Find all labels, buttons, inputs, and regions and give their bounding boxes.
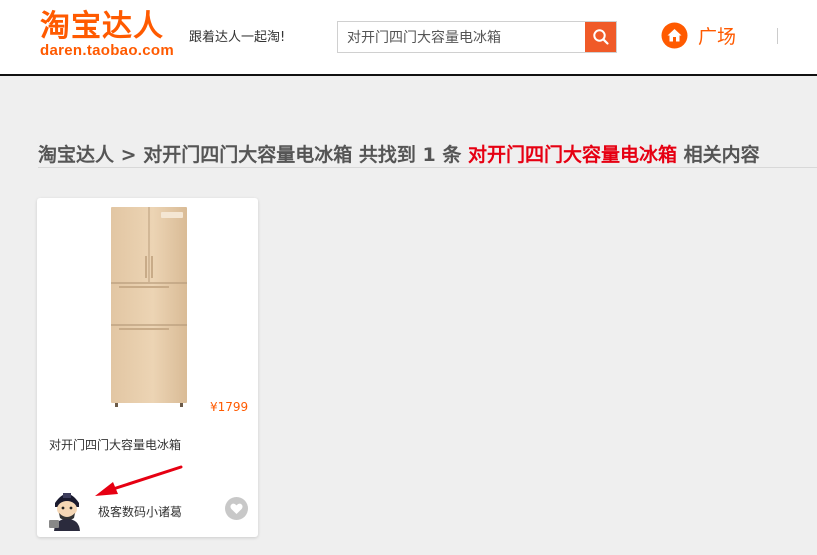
breadcrumb-separator: > xyxy=(120,144,137,166)
like-button[interactable] xyxy=(225,497,248,520)
search-button[interactable] xyxy=(585,22,616,52)
results-headline: 淘宝达人 > 对开门四门大容量电冰箱 共找到 1 条 对开门四门大容量电冰箱 相… xyxy=(38,140,760,167)
top-bar: 淘宝达人 daren.taobao.com 跟着达人一起淘! 广场 xyxy=(0,0,817,76)
heart-icon xyxy=(230,503,243,514)
plaza-link[interactable]: 广场 xyxy=(661,22,736,49)
search-box xyxy=(337,21,617,53)
query-text: 对开门四门大容量电冰箱 xyxy=(143,144,353,166)
results-suffix: 相关内容 xyxy=(683,144,760,166)
search-input[interactable] xyxy=(338,22,586,52)
found-prefix: 共找到 xyxy=(358,144,416,166)
breadcrumb-root[interactable]: 淘宝达人 xyxy=(38,144,114,166)
logo-url: daren.taobao.com xyxy=(40,42,174,59)
count-unit: 条 xyxy=(442,144,462,166)
highlighted-keyword: 对开门四门大容量电冰箱 xyxy=(467,144,677,166)
home-icon xyxy=(661,22,688,49)
taobao-daren-logo[interactable]: 淘宝达人 daren.taobao.com xyxy=(40,9,174,59)
plaza-label: 广场 xyxy=(698,26,737,48)
headline-divider xyxy=(38,167,817,168)
product-title[interactable]: 对开门四门大容量电冰箱 xyxy=(49,436,181,453)
product-price: ¥1799 xyxy=(210,400,249,414)
header-divider xyxy=(777,28,778,44)
author-avatar[interactable] xyxy=(49,487,85,531)
result-count: 1 xyxy=(422,144,436,166)
logo-title: 淘宝达人 xyxy=(40,9,164,44)
slogan: 跟着达人一起淘! xyxy=(189,30,286,45)
search-icon xyxy=(592,29,609,45)
refrigerator-product-image[interactable] xyxy=(109,206,189,408)
annotation-arrow xyxy=(95,465,183,496)
author-name[interactable]: 极客数码小诸葛 xyxy=(98,503,182,520)
